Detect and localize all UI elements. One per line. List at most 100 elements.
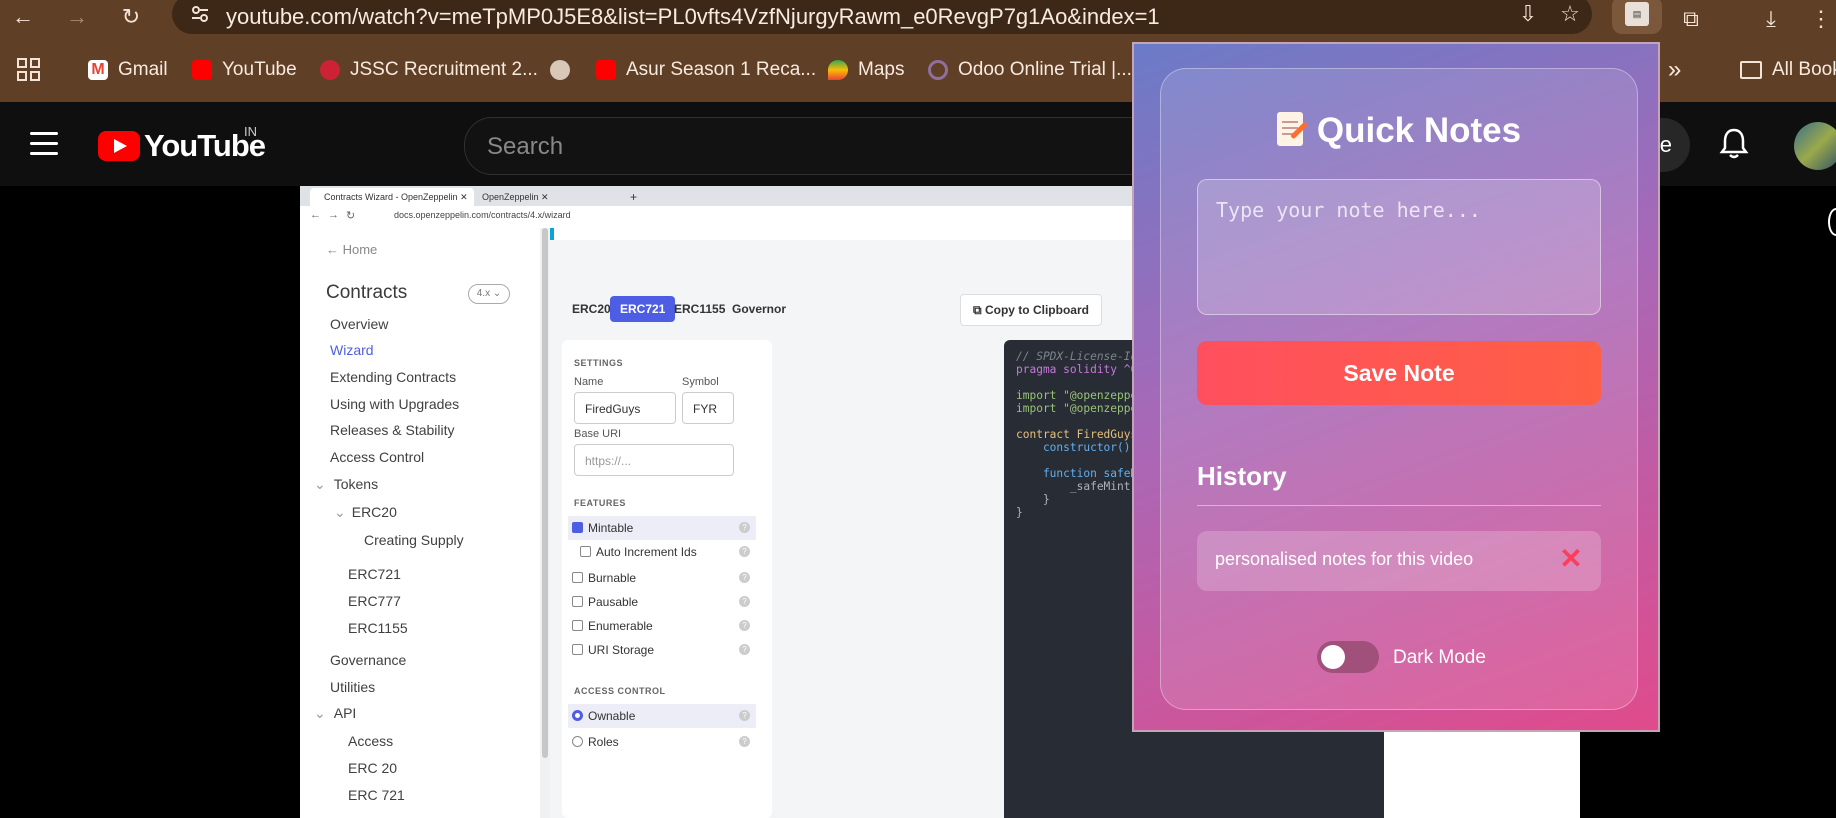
sidebar-item-creating-supply: Creating Supply xyxy=(364,532,464,548)
more-bookmarks-icon[interactable]: » xyxy=(1668,52,1681,88)
sidebar-item-erc777: ERC777 xyxy=(348,593,401,609)
search-input[interactable]: Search xyxy=(464,117,1166,175)
forward-icon[interactable]: → xyxy=(64,4,90,30)
note-input[interactable] xyxy=(1197,179,1601,315)
docs-scrollbar xyxy=(540,228,550,818)
notifications-bell-icon[interactable] xyxy=(1718,126,1750,160)
bookmark-gmail[interactable]: M Gmail xyxy=(88,52,168,88)
install-app-icon[interactable]: ⇩ xyxy=(1514,0,1542,28)
video-tab-wizard: Contracts Wizard - OpenZeppelin ✕ xyxy=(310,188,474,206)
video-reload-icon: ↻ xyxy=(346,210,356,222)
video-back-icon: ← xyxy=(310,209,321,221)
symbol-label: Symbol xyxy=(682,376,719,388)
youtube-icon xyxy=(596,60,616,80)
download-icon[interactable]: ⤓ xyxy=(1756,4,1786,34)
settings-heading: SETTINGS xyxy=(574,358,624,368)
video-tab-openzeppelin: OpenZeppelin ✕ xyxy=(482,192,549,202)
address-row: ← → ↻ youtube.com/watch?v=meTpMP0J5E8&li… xyxy=(0,0,1836,34)
maps-pin-icon xyxy=(828,60,848,80)
youtube-logo[interactable]: YouTube IN xyxy=(98,124,266,164)
video-side-panel xyxy=(1384,720,1580,818)
sidebar-item-api-access: Access xyxy=(348,733,394,749)
video-new-tab-icon: + xyxy=(630,190,638,204)
toggle-knob xyxy=(1321,645,1345,669)
bookmark-maps[interactable]: Maps xyxy=(828,52,904,88)
copy-to-clipboard-button: ⧉ Copy to Clipboard xyxy=(960,294,1102,326)
features-heading: FEATURES xyxy=(574,498,626,508)
jssc-icon xyxy=(320,60,340,80)
bookmark-youtube[interactable]: YouTube xyxy=(192,52,297,88)
sidebar-item-erc20: ⌄ ERC20 xyxy=(334,504,397,520)
region-code: IN xyxy=(244,124,257,139)
site-settings-icon[interactable] xyxy=(190,4,210,24)
feature-burnable: Burnable? xyxy=(568,566,756,590)
odoo-icon xyxy=(928,60,948,80)
wizard-tab-erc1155: ERC1155 xyxy=(674,302,726,316)
back-icon[interactable]: ← xyxy=(10,4,36,30)
delete-note-icon[interactable]: ✕ xyxy=(1557,545,1585,573)
version-select: 4.x ⌄ xyxy=(468,284,510,304)
sidebar-item-api-erc721: ERC 721 xyxy=(348,787,405,803)
sidebar-item-upgrades: Using with Upgrades xyxy=(330,396,460,412)
sidebar-item-erc1155: ERC1155 xyxy=(348,620,408,636)
docs-title: Contracts xyxy=(326,282,408,303)
wizard-settings-panel: SETTINGS Name FiredGuys Symbol FYR Base … xyxy=(562,340,772,818)
url-text: youtube.com/watch?v=meTpMP0J5E8&list=PL0… xyxy=(226,4,1160,29)
name-label: Name xyxy=(574,376,604,388)
history-divider xyxy=(1197,505,1601,506)
wizard-tab-erc721: ERC721 xyxy=(610,296,676,322)
quick-notes-card: Quick Notes Save Note History personalis… xyxy=(1160,68,1638,710)
avatar[interactable] xyxy=(1794,122,1836,170)
sidebar-item-access-control: Access Control xyxy=(330,449,425,465)
sidebar-item-erc721: ERC721 xyxy=(348,566,401,582)
bookmark-star-icon[interactable]: ☆ xyxy=(1556,0,1584,28)
access-ownable: Ownable? xyxy=(568,704,756,728)
base-uri-field: https://... xyxy=(574,444,734,476)
quick-notes-popup: Quick Notes Save Note History personalis… xyxy=(1132,42,1660,732)
youtube-icon xyxy=(192,60,212,80)
wizard-tab-erc20: ERC20 xyxy=(572,302,611,316)
feature-enumerable: Enumerable? xyxy=(568,614,756,638)
history-item[interactable]: personalised notes for this video ✕ xyxy=(1197,531,1601,591)
address-bar[interactable]: youtube.com/watch?v=meTpMP0J5E8&list=PL0… xyxy=(172,0,1592,34)
bookmark-globe[interactable] xyxy=(550,52,570,88)
quick-notes-extension-button[interactable]: ▤ xyxy=(1612,0,1662,34)
docs-sidebar: ← Home Contracts 4.x ⌄ Overview Wizard E… xyxy=(300,228,550,818)
symbol-field: FYR xyxy=(682,392,734,424)
dark-mode-label: Dark Mode xyxy=(1393,647,1486,668)
reload-icon[interactable]: ↻ xyxy=(118,4,144,30)
home-link: ← Home xyxy=(326,242,378,257)
memo-icon xyxy=(1276,112,1303,146)
scroll-indicator xyxy=(1828,208,1836,236)
access-control-heading: ACCESS CONTROL xyxy=(574,686,666,696)
bookmark-asur[interactable]: Asur Season 1 Reca... xyxy=(596,52,816,88)
bookmark-jssc[interactable]: JSSC Recruitment 2... xyxy=(320,52,538,88)
wizard-tab-governor: Governor xyxy=(732,302,787,316)
history-item-text: personalised notes for this video xyxy=(1215,549,1474,569)
extensions-puzzle-icon[interactable]: ⧉ xyxy=(1676,4,1706,34)
folder-icon xyxy=(1740,61,1762,79)
save-note-button[interactable]: Save Note xyxy=(1197,341,1601,405)
name-field: FiredGuys xyxy=(574,392,676,424)
video-forward-icon: → xyxy=(328,209,339,221)
bookmark-all-bookmarks[interactable]: All Book xyxy=(1740,52,1836,88)
sidebar-item-api: ⌄ API xyxy=(314,705,357,721)
more-icon[interactable]: ⋮ xyxy=(1806,4,1836,34)
sidebar-item-governance: Governance xyxy=(330,652,407,668)
sidebar-item-utilities: Utilities xyxy=(330,679,376,695)
quick-notes-title: Quick Notes xyxy=(1161,111,1637,151)
sidebar-item-tokens: ⌄ Tokens xyxy=(314,476,379,492)
dark-mode-toggle[interactable] xyxy=(1317,641,1379,673)
gmail-icon: M xyxy=(88,60,108,80)
sidebar-item-wizard: Wizard xyxy=(330,342,374,358)
apps-grid-icon[interactable] xyxy=(16,52,42,88)
history-heading: History xyxy=(1197,461,1287,491)
extension-icon: ▤ xyxy=(1625,2,1649,26)
feature-uri-storage: URI Storage? xyxy=(568,638,756,662)
feature-mintable: Mintable? xyxy=(568,516,756,540)
bookmark-odoo[interactable]: Odoo Online Trial |... xyxy=(928,52,1132,88)
menu-icon[interactable] xyxy=(30,132,58,156)
globe-icon xyxy=(550,60,570,80)
access-roles: Roles? xyxy=(568,730,756,754)
sidebar-item-extending: Extending Contracts xyxy=(330,369,457,385)
